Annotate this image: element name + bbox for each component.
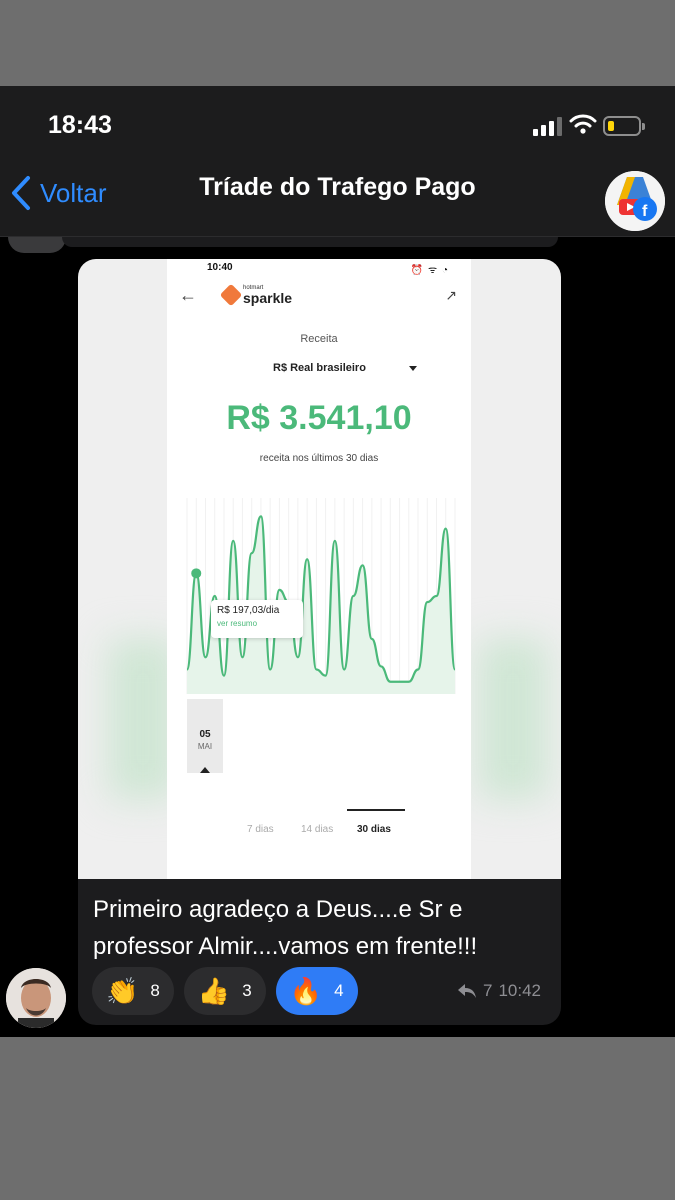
previous-message-bubble <box>62 237 558 247</box>
inner-status-icons: ⏰ ᯤ ◔ <box>410 265 449 276</box>
message-photo[interactable]: 10:40 ⏰ ᯤ ◔ ← hotmart sparkle ↗ Receita <box>78 259 561 879</box>
reply-count[interactable]: 7 <box>483 981 492 1001</box>
currency-select: R$ Real brasileiro <box>273 362 366 374</box>
sender-avatar[interactable] <box>6 968 66 1028</box>
caret-up-icon <box>200 767 210 773</box>
reaction-thumbs-up[interactable]: 👍 3 <box>183 967 266 1015</box>
inner-app-header: ← hotmart sparkle ↗ <box>167 279 471 315</box>
cellular-signal-icon <box>533 117 562 136</box>
reaction-count: 3 <box>242 981 252 1000</box>
reaction-fire[interactable]: 🔥 4 <box>275 967 358 1015</box>
status-bar: 18:43 <box>0 86 675 161</box>
inner-status-time: 10:40 <box>207 262 233 273</box>
fire-icon: 🔥 <box>289 976 323 1006</box>
external-link-icon: ↗ <box>445 287 457 303</box>
clapping-hands-icon: 👏 <box>106 976 139 1006</box>
wifi-icon <box>569 114 597 134</box>
message-bubble[interactable]: 10:40 ⏰ ᯤ ◔ ← hotmart sparkle ↗ Receita <box>78 259 561 1025</box>
chat-header: Voltar Tríade do Trafego Pago f <box>0 161 675 237</box>
sparkle-logo: hotmart sparkle <box>219 283 293 307</box>
revenue-label: Receita <box>300 333 338 345</box>
revenue-amount: R$ 3.541,10 <box>226 399 412 437</box>
chat-title[interactable]: Tríade do Trafego Pago <box>0 173 675 202</box>
tooltip-value: R$ 197,03/dia <box>217 605 280 616</box>
selected-month: MAI <box>197 742 213 751</box>
previous-sender-avatar[interactable] <box>8 237 66 253</box>
message-time: 10:42 <box>498 981 541 1000</box>
chart-tooltip: R$ 197,03/dia ver resumo <box>211 600 303 638</box>
photo-blur-right <box>478 639 548 799</box>
tab-30-dias: 30 dias <box>357 824 391 835</box>
status-time: 18:43 <box>48 111 112 139</box>
selected-day: 05 <box>199 729 211 740</box>
reaction-count: 8 <box>150 981 160 1000</box>
sender-photo-icon <box>6 968 66 1028</box>
message-text: Primeiro agradeço a Deus....e Sr e profe… <box>93 896 478 960</box>
reaction-clap[interactable]: 👏 8 <box>92 967 174 1015</box>
active-tab-indicator <box>347 809 405 811</box>
chart-selected-date: 05 MAI <box>187 699 223 773</box>
reaction-count: 4 <box>334 981 344 1000</box>
revenue-period: receita nos últimos 30 dias <box>259 453 379 464</box>
reactions-row: 👏 8 👍 3 🔥 4 <box>92 967 358 1015</box>
inner-status-bar: 10:40 ⏰ ᯤ ◔ <box>167 259 471 277</box>
message-meta: 7 10:42 <box>457 981 541 1001</box>
thumbs-up-icon: 👍 <box>197 976 231 1006</box>
svg-text:f: f <box>642 203 648 220</box>
tooltip-link: ver resumo <box>217 619 258 628</box>
group-logo-icon: f <box>605 171 665 231</box>
tab-7-dias: 7 dias <box>247 824 274 835</box>
arrow-left-icon: ← <box>179 285 197 305</box>
tab-14-dias: 14 dias <box>301 824 334 835</box>
group-avatar[interactable]: f <box>605 171 665 231</box>
caret-down-icon <box>409 366 417 371</box>
chart-selected-point <box>191 568 202 579</box>
reply-arrow-icon[interactable] <box>457 983 477 999</box>
battery-icon <box>603 116 645 136</box>
logo-big-text: sparkle <box>243 290 293 306</box>
phone-screen: 18:43 Voltar Tríade do Trafego Pago f 10… <box>0 86 675 1037</box>
logo-mark-icon <box>219 283 243 307</box>
screenshot-content: 10:40 ⏰ ᯤ ◔ ← hotmart sparkle ↗ Receita <box>167 259 471 879</box>
